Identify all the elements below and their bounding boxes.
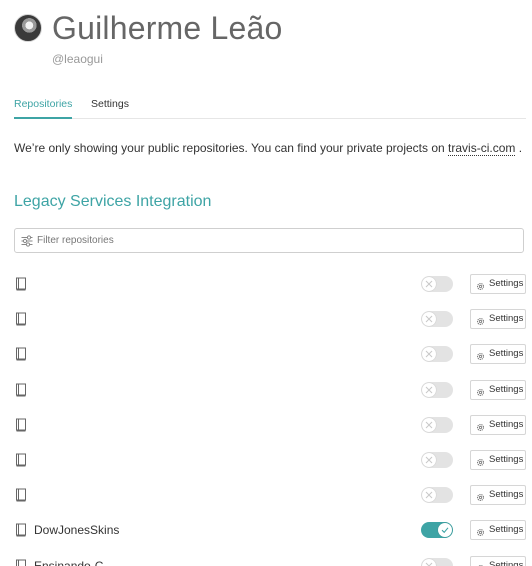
repo-name[interactable]: Ensinando-C bbox=[34, 559, 103, 566]
filter-box bbox=[14, 228, 524, 253]
check-icon bbox=[438, 523, 452, 538]
repo-book-icon bbox=[15, 559, 27, 566]
repo-book-icon bbox=[15, 347, 27, 361]
repo-row: Settings bbox=[14, 444, 526, 479]
repo-activation-toggle[interactable] bbox=[421, 311, 453, 328]
avatar[interactable] bbox=[14, 14, 42, 42]
x-icon bbox=[422, 347, 436, 362]
filter-input[interactable] bbox=[37, 229, 517, 252]
gear-icon bbox=[476, 421, 485, 431]
tab-settings[interactable]: Settings bbox=[91, 97, 129, 117]
section-title: Legacy Services Integration bbox=[14, 193, 212, 210]
repo-settings-button[interactable]: Settings bbox=[470, 520, 526, 541]
repo-row: DowJonesSkins Settings bbox=[14, 514, 526, 549]
settings-button-label: Settings bbox=[489, 559, 524, 566]
gear-icon bbox=[476, 456, 485, 466]
settings-button-label: Settings bbox=[489, 489, 524, 501]
x-icon bbox=[422, 277, 436, 291]
public-repos-notice: We’re only showing your public repositor… bbox=[14, 140, 526, 156]
x-icon bbox=[422, 417, 436, 432]
repo-book-icon bbox=[15, 383, 27, 397]
repo-row: Settings bbox=[14, 409, 526, 444]
repo-settings-button[interactable]: Settings bbox=[470, 309, 526, 330]
settings-button-label: Settings bbox=[489, 418, 524, 430]
repo-book-icon bbox=[15, 277, 27, 291]
repo-settings-button[interactable]: Settings bbox=[470, 449, 526, 470]
repo-settings-button[interactable]: Settings bbox=[470, 274, 526, 294]
travis-ci-com-link[interactable]: travis-ci.com bbox=[448, 141, 516, 156]
repo-book-icon bbox=[15, 453, 27, 467]
settings-button-label: Settings bbox=[489, 313, 524, 325]
gear-icon bbox=[476, 315, 485, 326]
repo-row: Settings bbox=[14, 303, 526, 338]
settings-button-label: Settings bbox=[489, 524, 524, 536]
x-icon bbox=[422, 558, 436, 566]
repo-settings-button[interactable]: Settings bbox=[470, 344, 526, 365]
gear-icon bbox=[476, 491, 485, 502]
repo-book-icon bbox=[15, 418, 27, 432]
notice-suffix: . bbox=[518, 141, 523, 155]
tab-repositories[interactable]: Repositories bbox=[14, 97, 73, 119]
x-icon bbox=[422, 488, 436, 503]
repository-list: Settings Settings Settings Settings Settings… bbox=[14, 268, 526, 566]
profile-login: @leaogui bbox=[52, 52, 103, 66]
repo-settings-button[interactable]: Settings bbox=[470, 414, 526, 435]
repo-settings-button[interactable]: Settings bbox=[470, 379, 526, 400]
gear-icon bbox=[476, 562, 485, 566]
repo-settings-button[interactable]: Settings bbox=[470, 555, 526, 566]
gear-icon bbox=[476, 386, 485, 396]
repo-activation-toggle[interactable] bbox=[421, 346, 453, 363]
settings-button-label: Settings bbox=[489, 348, 524, 360]
settings-button-label: Settings bbox=[489, 383, 524, 395]
repo-activation-toggle[interactable] bbox=[421, 557, 453, 566]
x-icon bbox=[422, 452, 436, 467]
repo-row: Settings bbox=[14, 374, 526, 409]
repo-name[interactable]: DowJonesSkins bbox=[34, 523, 119, 537]
x-icon bbox=[422, 312, 436, 327]
tab-bar: Repositories Settings bbox=[14, 96, 526, 119]
repo-book-icon bbox=[15, 523, 27, 537]
repo-activation-toggle[interactable] bbox=[421, 381, 453, 398]
repo-book-icon bbox=[15, 488, 27, 502]
repo-activation-toggle[interactable] bbox=[421, 276, 453, 292]
settings-button-label: Settings bbox=[489, 278, 524, 289]
x-icon bbox=[422, 382, 436, 397]
repo-book-icon bbox=[15, 312, 27, 326]
repo-row: Settings bbox=[14, 338, 526, 373]
settings-button-label: Settings bbox=[489, 453, 524, 465]
repo-row: Settings bbox=[14, 479, 526, 514]
profile-name: Guilherme Leão bbox=[52, 10, 283, 46]
gear-icon bbox=[476, 350, 485, 361]
profile-page: Guilherme Leão @leaogui Repositories Set… bbox=[0, 0, 532, 566]
repo-row: Settings bbox=[14, 268, 526, 303]
notice-text: We’re only showing your public repositor… bbox=[14, 141, 445, 155]
filter-sliders-icon bbox=[21, 235, 33, 247]
repo-activation-toggle[interactable] bbox=[421, 487, 453, 504]
gear-icon bbox=[476, 526, 485, 537]
repo-settings-button[interactable]: Settings bbox=[470, 485, 526, 506]
repo-row: Ensinando-C Settings bbox=[14, 550, 526, 566]
gear-icon bbox=[476, 280, 485, 291]
repo-activation-toggle[interactable] bbox=[421, 522, 453, 539]
repo-activation-toggle[interactable] bbox=[421, 416, 453, 433]
repo-activation-toggle[interactable] bbox=[421, 451, 453, 468]
